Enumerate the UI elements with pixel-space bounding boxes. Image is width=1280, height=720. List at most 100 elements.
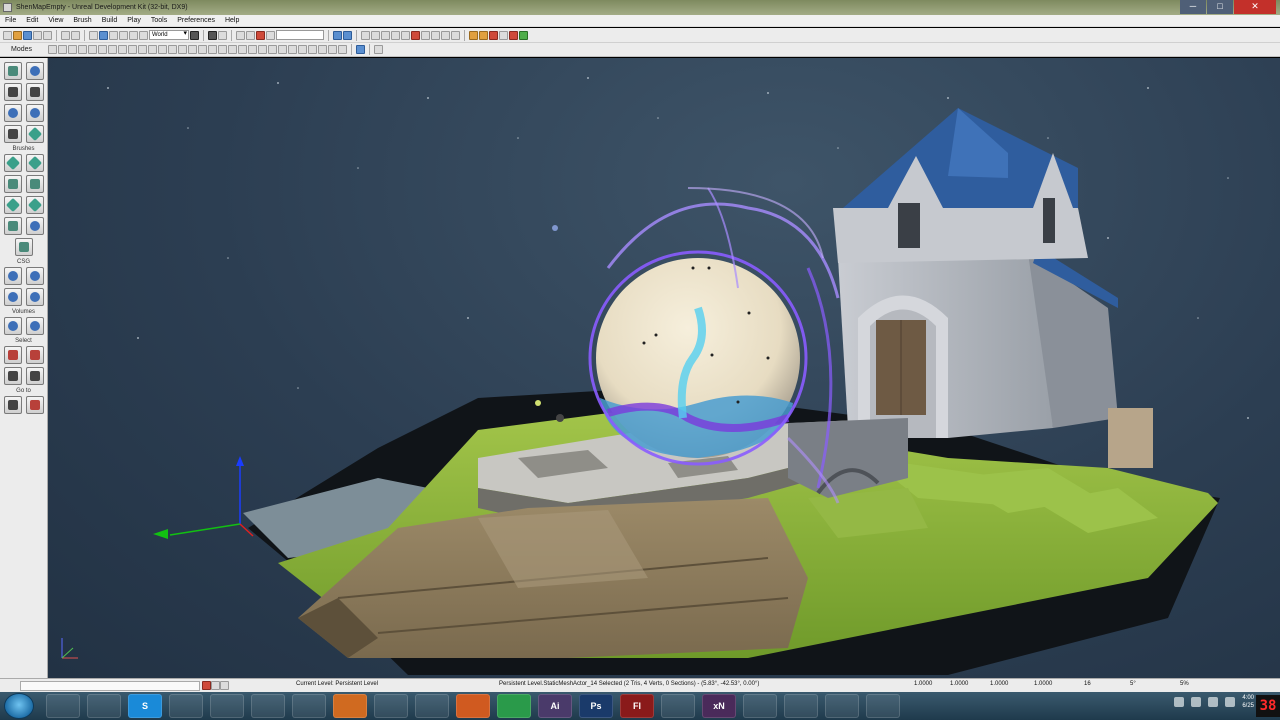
show-flag-icon[interactable] (228, 45, 237, 54)
binoculars-icon[interactable] (190, 30, 199, 40)
curved-stair-brush-button[interactable] (3, 175, 22, 193)
csg-intersect-button[interactable] (3, 288, 22, 306)
rotate-mode-icon[interactable] (109, 30, 118, 40)
control-panel-taskbar-icon[interactable] (87, 694, 121, 718)
mesh-paint-button[interactable] (3, 104, 22, 122)
undo-icon[interactable] (61, 30, 70, 40)
rotation-grid-icon[interactable] (343, 30, 352, 40)
explorer-taskbar-icon[interactable] (46, 694, 80, 718)
save-current-icon[interactable] (43, 30, 52, 40)
perspective-viewport[interactable] (48, 58, 1280, 678)
show-flag-icon[interactable] (78, 45, 87, 54)
csg-subtract-button[interactable] (25, 267, 44, 285)
show-flag-icon[interactable] (128, 45, 137, 54)
grid-value-4[interactable]: 1.0000 (1034, 681, 1052, 687)
show-flag-icon[interactable] (318, 45, 327, 54)
illustrator-taskbar-icon[interactable]: Ai (538, 694, 572, 718)
camera-mode-button[interactable] (3, 62, 22, 80)
menu-build[interactable]: Build (97, 17, 123, 24)
status-icon[interactable] (202, 681, 211, 690)
app-taskbar-icon[interactable] (866, 694, 900, 718)
show-flag-icon[interactable] (218, 45, 227, 54)
open-map-icon[interactable] (13, 30, 22, 40)
landscape-button[interactable] (3, 125, 22, 143)
unity-taskbar-icon[interactable] (210, 694, 244, 718)
volumetric-brush-button[interactable] (14, 238, 33, 256)
show-flag-icon[interactable] (168, 45, 177, 54)
show-flag-icon[interactable] (158, 45, 167, 54)
steam-taskbar-icon[interactable] (251, 694, 285, 718)
cube-brush-button[interactable] (3, 154, 22, 172)
build-cover-icon[interactable] (391, 30, 400, 40)
build-paths-icon[interactable] (381, 30, 390, 40)
select-inside-button[interactable] (3, 346, 22, 364)
start-button[interactable] (4, 693, 34, 719)
blender-taskbar-icon[interactable] (333, 694, 367, 718)
csg-deintersect-button[interactable] (25, 288, 44, 306)
actor-classes-icon[interactable] (236, 30, 245, 40)
play-green-icon[interactable] (519, 30, 528, 40)
scale-nonuniform-icon[interactable] (129, 30, 138, 40)
static-mesh-mode-button[interactable] (25, 104, 44, 122)
menu-view[interactable]: View (43, 17, 68, 24)
linear-stair-brush-button[interactable] (3, 196, 22, 214)
app-taskbar-icon[interactable] (743, 694, 777, 718)
matinee-icon[interactable] (266, 30, 275, 40)
status-icon[interactable] (211, 681, 220, 690)
add-volume-button[interactable] (3, 317, 22, 335)
sheet-brush-button[interactable] (25, 196, 44, 214)
scale-snap-value[interactable]: 5% (1180, 681, 1189, 687)
app-taskbar-icon[interactable] (661, 694, 695, 718)
terrain-mode-button[interactable] (3, 83, 22, 101)
show-flag-icon[interactable] (198, 45, 207, 54)
command-input[interactable] (276, 30, 324, 40)
translate-mode-icon[interactable] (99, 30, 108, 40)
generic-browser-icon[interactable] (218, 30, 227, 40)
status-icon[interactable] (220, 681, 229, 690)
menu-tools[interactable]: Tools (146, 17, 172, 24)
show-flag-icon[interactable] (328, 45, 337, 54)
close-button[interactable]: ✕ (1234, 0, 1276, 14)
stop-build-icon[interactable] (411, 30, 420, 40)
scale-mode-icon[interactable] (119, 30, 128, 40)
app-taskbar-icon[interactable] (169, 694, 203, 718)
show-flag-icon[interactable] (98, 45, 107, 54)
texture-align-button[interactable] (25, 83, 44, 101)
photoshop-taskbar-icon[interactable]: Ps (579, 694, 613, 718)
show-flag-icon[interactable] (308, 45, 317, 54)
skype-taskbar-icon[interactable]: S (128, 694, 162, 718)
goto-builder-brush-button[interactable] (25, 396, 44, 414)
show-flag-icon[interactable] (88, 45, 97, 54)
menu-file[interactable]: File (0, 17, 21, 24)
groups-icon[interactable] (246, 30, 255, 40)
show-flag-icon[interactable] (338, 45, 347, 54)
show-flag-icon[interactable] (118, 45, 127, 54)
show-flag-icon[interactable] (288, 45, 297, 54)
show-flag-icon[interactable] (138, 45, 147, 54)
lock-viewport-icon[interactable] (374, 45, 383, 54)
build-geometry-icon[interactable] (361, 30, 370, 40)
chrome-taskbar-icon[interactable] (497, 694, 531, 718)
play-on-pc-icon[interactable] (479, 30, 488, 40)
flash-taskbar-icon[interactable]: Fl (620, 694, 654, 718)
volume-icon[interactable] (1225, 697, 1236, 707)
kismet-icon[interactable] (256, 30, 265, 40)
drag-grid-icon[interactable] (333, 30, 342, 40)
show-flag-icon[interactable] (178, 45, 187, 54)
show-selected-button[interactable] (25, 367, 44, 385)
viewmode-icon[interactable] (58, 45, 67, 54)
firefox-taskbar-icon[interactable] (456, 694, 490, 718)
goto-actor-button[interactable] (3, 396, 22, 414)
menu-help[interactable]: Help (220, 17, 244, 24)
save-all-icon[interactable] (33, 30, 42, 40)
menu-play[interactable]: Play (122, 17, 146, 24)
coordinate-system-select[interactable]: World (149, 30, 189, 40)
app-taskbar-icon[interactable] (784, 694, 818, 718)
show-flag-icon[interactable] (108, 45, 117, 54)
xnormal-taskbar-icon[interactable]: xN (702, 694, 736, 718)
grid-value-2[interactable]: 1.0000 (950, 681, 968, 687)
menu-edit[interactable]: Edit (21, 17, 43, 24)
tray-icon[interactable] (1174, 697, 1185, 707)
maximize-button[interactable]: □ (1207, 0, 1233, 14)
build-all-icon[interactable] (401, 30, 410, 40)
